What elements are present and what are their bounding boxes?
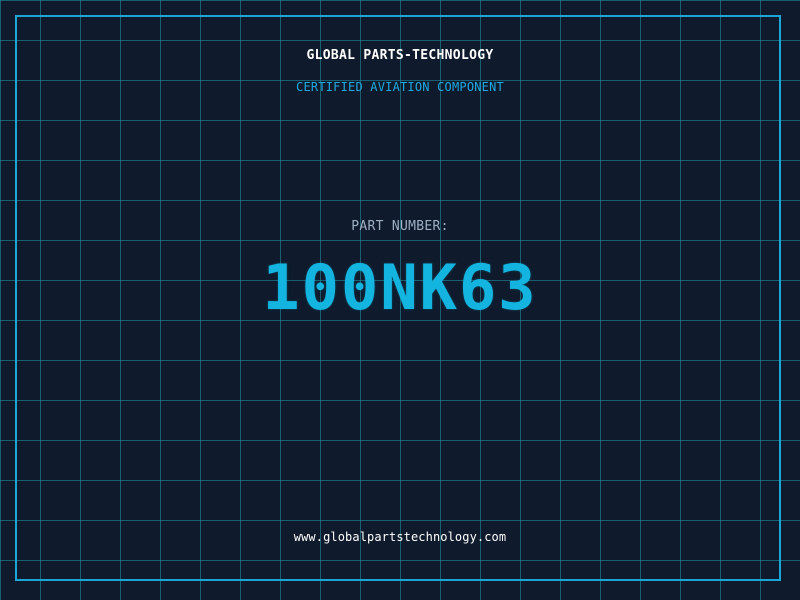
- website-url: www.globalpartstechnology.com: [293, 530, 507, 544]
- label-canvas: GLOBAL PARTS-TECHNOLOGY CERTIFIED AVIATI…: [0, 0, 800, 600]
- part-number-value: 100NK63: [262, 251, 538, 324]
- company-name: GLOBAL PARTS-TECHNOLOGY: [306, 48, 494, 63]
- part-number-label: PART NUMBER:: [351, 219, 449, 234]
- certification-subtitle: CERTIFIED AVIATION COMPONENT: [296, 80, 504, 94]
